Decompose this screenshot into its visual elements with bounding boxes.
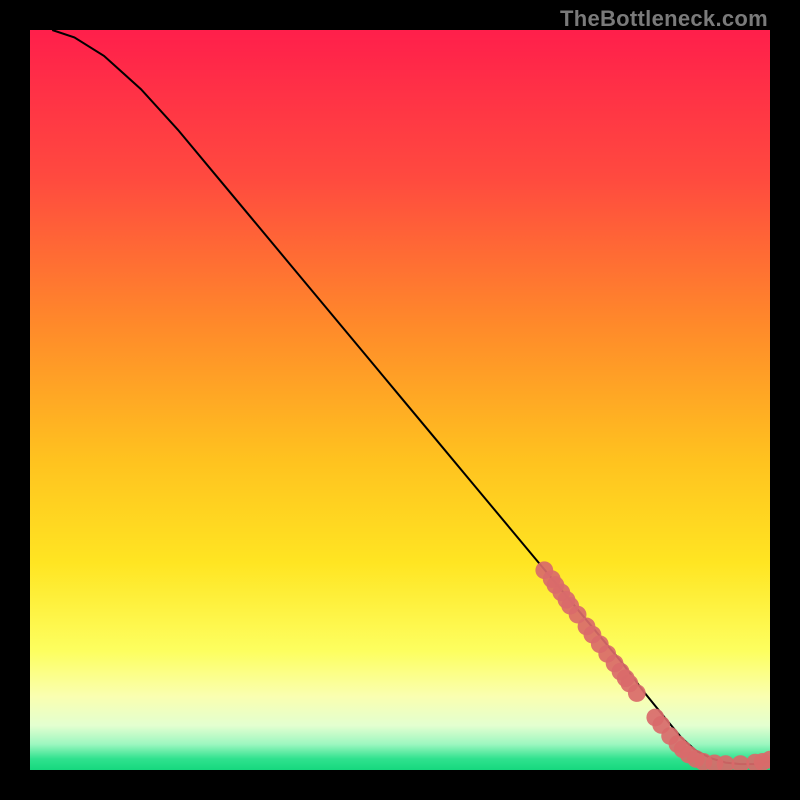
chart-stage: TheBottleneck.com (0, 0, 800, 800)
chart-overlay (30, 30, 770, 770)
data-marker (628, 684, 646, 702)
markers-group (535, 561, 770, 770)
curve-line (52, 30, 770, 764)
watermark-text: TheBottleneck.com (560, 6, 768, 32)
plot-area (30, 30, 770, 770)
